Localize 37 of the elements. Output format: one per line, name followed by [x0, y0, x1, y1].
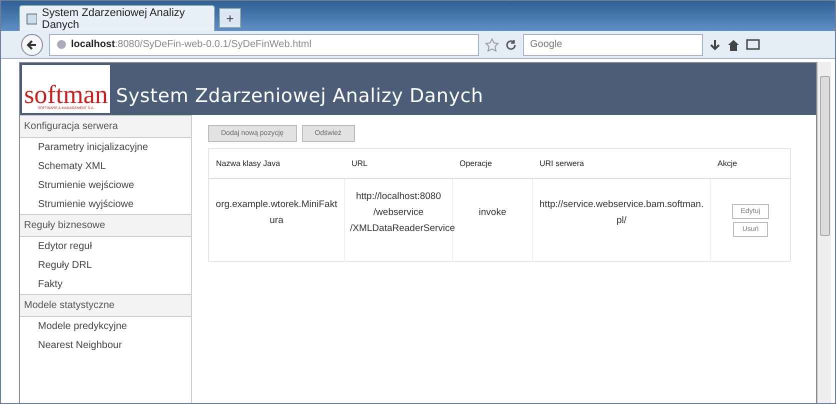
- app-title: System Zdarzeniowej Analizy Danych: [116, 85, 484, 107]
- back-arrow-icon: [26, 38, 38, 50]
- download-icon[interactable]: [709, 38, 721, 50]
- tab-title: System Zdarzeniowej Analizy Danych: [42, 6, 186, 30]
- column-header: URI serwera: [532, 148, 710, 178]
- table-cell: org.example.wtorek.MiniFaktura: [208, 178, 344, 262]
- star-icon[interactable]: [485, 38, 499, 52]
- sidebar-item[interactable]: Reguły DRL: [20, 256, 191, 275]
- scrollbar[interactable]: [817, 62, 831, 403]
- column-header: Akcje: [710, 148, 790, 178]
- sidebar-group-title[interactable]: Modele statystyczne: [20, 294, 191, 317]
- table-cell: http://service.webservice.bam.softman.pl/: [532, 178, 710, 262]
- new-tab-button[interactable]: +: [219, 8, 241, 28]
- sidebar-item[interactable]: Nearest Neighbour: [20, 336, 191, 355]
- address-bar[interactable]: localhost:8080/SyDeFin-web-0.0.1/SyDeFinWeb.html: [49, 34, 479, 56]
- sidebar-item[interactable]: Parametry inicjalizacyjne: [20, 138, 191, 157]
- sidebar-item[interactable]: Modele predykcyjne: [20, 317, 191, 336]
- table-cell: http://localhost:8080 /webservice /XMLDataReaderService: [344, 178, 452, 262]
- home-icon[interactable]: [727, 38, 740, 50]
- sidebar-item[interactable]: Strumienie wejściowe: [20, 176, 191, 195]
- sidebar-group-title[interactable]: Konfiguracja serwera: [20, 115, 191, 138]
- column-header: Operacje: [452, 148, 532, 178]
- search-field[interactable]: Google: [523, 34, 703, 56]
- sidebar-item[interactable]: Strumienie wyjściowe: [20, 195, 191, 214]
- browser-tab[interactable]: System Zdarzeniowej Analizy Danych: [19, 5, 215, 31]
- sidebar-item[interactable]: Schematy XML: [20, 157, 191, 176]
- window-icon[interactable]: [746, 39, 760, 50]
- column-header: URL: [344, 148, 452, 178]
- reload-icon[interactable]: [505, 38, 517, 50]
- sidebar-group-title[interactable]: Reguły biznesowe: [20, 214, 191, 237]
- back-button[interactable]: [21, 34, 43, 56]
- page-icon: [26, 12, 37, 24]
- url-text: localhost:8080/SyDeFin-web-0.0.1/SyDeFinWeb.html: [71, 39, 312, 50]
- sidebar-item[interactable]: Edytor reguł: [20, 237, 191, 256]
- column-header: Nazwa klasy Java: [208, 148, 344, 178]
- sidebar-item[interactable]: Fakty: [20, 275, 191, 294]
- logo-text: softman: [24, 84, 108, 106]
